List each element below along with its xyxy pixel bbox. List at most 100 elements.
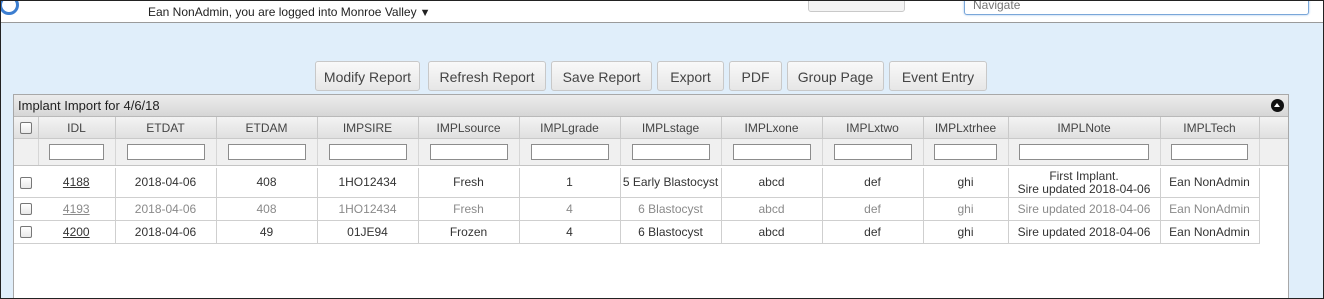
cell-implxtwo: def: [822, 168, 924, 198]
cell-etdat: 2018-04-06: [115, 220, 217, 244]
column-header-implstage[interactable]: IMPLstage: [620, 117, 722, 139]
pdf-button[interactable]: PDF: [729, 61, 782, 91]
filter-cell: [1160, 138, 1260, 166]
cell-implnote: Sire updated 2018-04-06: [1008, 220, 1161, 244]
cell-implgrade: 1: [519, 168, 621, 198]
filter-impsire-input[interactable]: [328, 144, 407, 160]
save-report-button[interactable]: Save Report: [551, 61, 652, 91]
idl-link[interactable]: 4188: [63, 175, 90, 189]
export-button[interactable]: Export: [657, 61, 724, 91]
report-table: IDL ETDAT ETDAM IMPSIRE IMPLsource IMPLg…: [14, 117, 1288, 244]
filter-cell: [317, 138, 419, 166]
filter-cell: [923, 138, 1009, 166]
column-header-implgrade[interactable]: IMPLgrade: [519, 117, 621, 139]
caret-down-icon: ▼: [419, 7, 431, 19]
idl-link[interactable]: 4200: [63, 225, 90, 239]
row-checkbox[interactable]: [20, 203, 32, 216]
filter-cell: [519, 138, 621, 166]
row-filler: [1259, 221, 1288, 244]
row-select-cell[interactable]: [14, 168, 38, 198]
cell-implxthree: ghi: [923, 168, 1009, 198]
header-row: IDL ETDAT ETDAM IMPSIRE IMPLsource IMPLg…: [14, 117, 1288, 139]
user-login-text: Ean NonAdmin, you are logged into Monroe…: [148, 5, 417, 19]
top-bar: Ean NonAdmin, you are logged into Monroe…: [1, 1, 1323, 23]
select-all-cell[interactable]: [14, 117, 39, 139]
event-entry-button[interactable]: Event Entry: [889, 61, 987, 91]
column-header-etdat[interactable]: ETDAT: [115, 117, 217, 139]
table-row[interactable]: 4193 2018-04-06 408 1HO12434 Fresh 4 6 B…: [14, 197, 1288, 221]
column-header-etdam[interactable]: ETDAM: [216, 117, 318, 139]
column-header-idl[interactable]: IDL: [38, 117, 116, 139]
cell-implgrade: 4: [519, 197, 621, 221]
filter-cell: [721, 138, 823, 166]
filter-cell: [115, 138, 217, 166]
refresh-report-button[interactable]: Refresh Report: [428, 61, 546, 91]
column-header-implxthree[interactable]: IMPLxtrhee: [923, 117, 1009, 139]
select-all-checkbox[interactable]: [19, 122, 32, 135]
note-line: Sire updated 2018-04-06: [1017, 181, 1151, 196]
user-menu[interactable]: Ean NonAdmin, you are logged into Monroe…: [148, 5, 431, 19]
filter-implgrade-input[interactable]: [530, 144, 609, 160]
cell-idl: 4193: [38, 197, 116, 221]
cell-etdam: 408: [216, 168, 318, 198]
filter-implxthree-input[interactable]: [934, 144, 997, 160]
cell-idl: 4200: [38, 220, 116, 244]
cell-implxtwo: def: [822, 220, 924, 244]
cell-implnote: Sire updated 2018-04-06: [1008, 197, 1161, 221]
filter-filler: [1259, 138, 1288, 166]
cell-impltech: Ean NonAdmin: [1160, 168, 1260, 198]
cell-impsire: 01JE94: [317, 220, 419, 244]
collapse-icon[interactable]: [1271, 99, 1284, 112]
column-header-implxtwo[interactable]: IMPLxtwo: [822, 117, 924, 139]
row-filler: [1259, 168, 1288, 198]
table-row[interactable]: 4188 2018-04-06 408 1HO12434 Fresh 1 5 E…: [14, 168, 1288, 198]
filter-cell: [620, 138, 722, 166]
filter-cell: [822, 138, 924, 166]
cell-implxone: abcd: [721, 220, 823, 244]
table-row[interactable]: 4200 2018-04-06 49 01JE94 Frozen 4 6 Bla…: [14, 220, 1288, 244]
main-content: Modify Report Refresh Report Save Report…: [1, 23, 1323, 298]
column-header-implsource[interactable]: IMPLsource: [418, 117, 520, 139]
group-page-button[interactable]: Group Page: [787, 61, 884, 91]
cell-implsource: Fresh: [418, 197, 520, 221]
filter-implstage-input[interactable]: [631, 144, 710, 160]
cell-implnote: First Implant. Sire updated 2018-04-06: [1008, 168, 1161, 198]
column-header-implnote[interactable]: IMPLNote: [1008, 117, 1161, 139]
header-filler: [1259, 117, 1288, 139]
filter-impltech-input[interactable]: [1171, 144, 1248, 160]
filter-etdat-input[interactable]: [126, 144, 205, 160]
column-header-impltech[interactable]: IMPLTech: [1160, 117, 1260, 139]
filter-implnote-input[interactable]: [1019, 144, 1149, 160]
cell-implxthree: ghi: [923, 220, 1009, 244]
filter-implsource-input[interactable]: [429, 144, 508, 160]
cell-implstage: 6 Blastocyst: [620, 197, 722, 221]
row-checkbox[interactable]: [20, 226, 32, 239]
logo-mark-icon: [1, 1, 19, 15]
top-button[interactable]: [808, 1, 905, 12]
navigate-input[interactable]: [971, 1, 1305, 13]
cell-implsource: Frozen: [418, 220, 520, 244]
navigate-search[interactable]: [964, 1, 1309, 15]
filter-cell: [1008, 138, 1161, 166]
cell-etdam: 408: [216, 197, 318, 221]
cell-etdat: 2018-04-06: [115, 168, 217, 198]
filter-implxone-input[interactable]: [732, 144, 811, 160]
idl-link[interactable]: 4193: [63, 202, 90, 216]
filter-cell: [38, 138, 116, 166]
app-logo[interactable]: [1, 1, 21, 16]
filter-idl-input[interactable]: [49, 144, 104, 160]
cell-implgrade: 4: [519, 220, 621, 244]
cell-impsire: 1HO12434: [317, 197, 419, 221]
row-select-cell[interactable]: [14, 197, 38, 221]
filter-implxtwo-input[interactable]: [833, 144, 912, 160]
column-header-impsire[interactable]: IMPSIRE: [317, 117, 419, 139]
row-select-cell[interactable]: [14, 220, 38, 244]
cell-implxthree: ghi: [923, 197, 1009, 221]
row-checkbox[interactable]: [20, 176, 32, 189]
column-header-implxone[interactable]: IMPLxone: [721, 117, 823, 139]
cell-etdat: 2018-04-06: [115, 197, 217, 221]
row-filler: [1259, 198, 1288, 221]
cell-implsource: Fresh: [418, 168, 520, 198]
filter-etdam-input[interactable]: [227, 144, 306, 160]
modify-report-button[interactable]: Modify Report: [315, 61, 420, 91]
